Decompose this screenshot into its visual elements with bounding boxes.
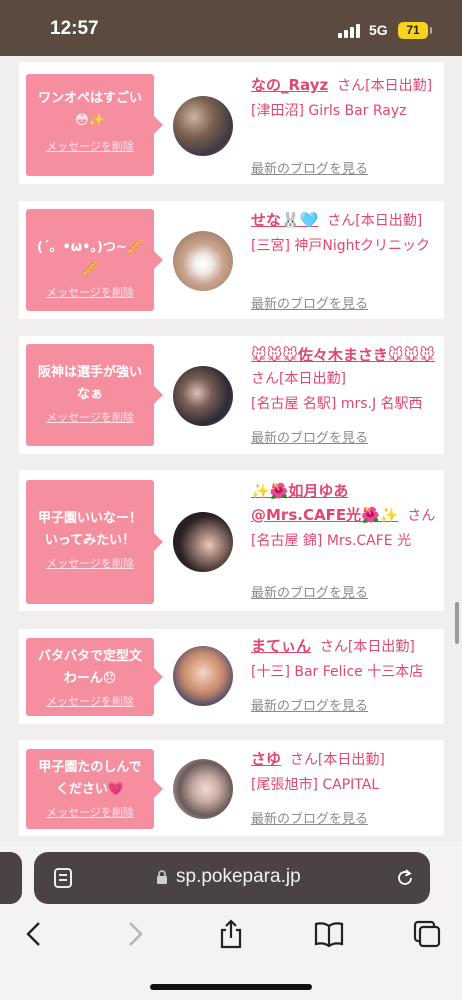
- blog-link[interactable]: 最新のブログを見る: [251, 427, 368, 446]
- shop-name: [名古屋 名駅] mrs.J 名駅西: [251, 396, 423, 412]
- message-text: (´。•ω•。)つ~🥖🥖: [37, 240, 143, 277]
- avatar[interactable]: [173, 96, 233, 156]
- list-item: 甲子園いいなー！いってみたい！ メッセージを削除 ✨🌺如月ゆあ@Mrs.CAFE…: [19, 470, 444, 611]
- avatar[interactable]: [173, 759, 233, 819]
- blog-link[interactable]: 最新のブログを見る: [251, 695, 368, 714]
- blog-link[interactable]: 最新のブログを見る: [251, 158, 368, 177]
- home-indicator: [150, 984, 312, 990]
- message-text: 甲子園いいなー！いってみたい！: [37, 511, 142, 548]
- cast-name-link[interactable]: 🐭🐭🐭佐々木まさき🐭🐭🐭: [251, 346, 435, 364]
- book-icon[interactable]: [313, 918, 345, 950]
- cast-status: さん: [407, 508, 436, 524]
- url-text[interactable]: sp.pokepara.jp: [176, 866, 301, 888]
- shop-name: [三宮] 神戸Nightクリニック: [251, 238, 430, 254]
- battery-icon: 71: [398, 22, 432, 39]
- network-type: 5G: [369, 22, 388, 38]
- list-item: 阪神は選手が強いなぁ メッセージを削除 🐭🐭🐭佐々木まさき🐭🐭🐭 さん[本日出勤…: [19, 336, 444, 454]
- scroll-indicator[interactable]: [455, 602, 459, 644]
- message-text: ワンオペはすごい😳✨: [37, 91, 142, 128]
- status-bar: 12:57 5G 71: [0, 0, 462, 56]
- delete-message-link[interactable]: メッセージを削除: [46, 804, 134, 820]
- delete-message-link[interactable]: メッセージを削除: [46, 138, 134, 154]
- shop-name: [尾張旭市] CAPITAL: [251, 777, 380, 793]
- message-bubble: 甲子園いいなー！いってみたい！ メッセージを削除: [26, 480, 163, 604]
- cast-name-link[interactable]: なの_Rayz: [251, 76, 328, 94]
- cast-info: 🐭🐭🐭佐々木まさき🐭🐭🐭 さん[本日出勤] [名古屋 名駅] mrs.J 名駅西: [251, 344, 443, 416]
- message-text: バタバタで定型文わーん😞: [37, 649, 142, 686]
- delete-message-link[interactable]: メッセージを削除: [46, 693, 134, 709]
- cast-status: さん[本日出勤]: [251, 371, 346, 387]
- message-text: 阪神は選手が強いなぁ: [37, 365, 142, 402]
- message-list: ワンオペはすごい😳✨ メッセージを削除 なの_Rayz さん[本日出勤] [津田…: [0, 56, 462, 842]
- cast-info: ✨🌺如月ゆあ@Mrs.CAFE光🌺✨ さん [名古屋 錦] Mrs.CAFE 光: [251, 480, 443, 553]
- delete-message-link[interactable]: メッセージを削除: [46, 284, 134, 300]
- avatar[interactable]: [173, 366, 233, 426]
- message-bubble: 阪神は選手が強いなぁ メッセージを削除: [26, 344, 163, 446]
- tab-overview-icon[interactable]: [54, 868, 72, 888]
- lock-icon: [157, 870, 167, 884]
- message-bubble: バタバタで定型文わーん😞 メッセージを削除: [26, 638, 163, 716]
- tabs-icon[interactable]: [411, 918, 443, 950]
- list-item: ワンオペはすごい😳✨ メッセージを削除 なの_Rayz さん[本日出勤] [津田…: [19, 62, 444, 184]
- avatar[interactable]: [173, 512, 233, 572]
- message-text: 甲子園たのしんでください💗: [38, 760, 142, 797]
- cast-status: さん[本日出勤]: [327, 213, 423, 229]
- delete-message-link[interactable]: メッセージを削除: [46, 409, 134, 425]
- chevron-left-icon[interactable]: [19, 918, 51, 950]
- cast-info: せな🐰🩵 さん[本日出勤] [三宮] 神戸Nightクリニック: [251, 209, 443, 258]
- cast-info: さゆ さん[本日出勤] [尾張旭市] CAPITAL: [251, 748, 443, 797]
- chevron-right-icon[interactable]: [118, 918, 150, 950]
- cast-info: なの_Rayz さん[本日出勤] [津田沼] Girls Bar Rayz: [251, 74, 443, 123]
- blog-link[interactable]: 最新のブログを見る: [251, 808, 368, 827]
- avatar[interactable]: [173, 231, 233, 291]
- message-bubble: ワンオペはすごい😳✨ メッセージを削除: [26, 74, 163, 176]
- signal-icon: [338, 24, 362, 38]
- address-bar[interactable]: sp.pokepara.jp: [34, 852, 430, 904]
- shop-name: [十三] Bar Felice 十三本店: [251, 664, 424, 680]
- message-bubble: (´。•ω•。)つ~🥖🥖 メッセージを削除: [26, 209, 163, 311]
- cast-info: まてぃん さん[本日出勤] [十三] Bar Felice 十三本店: [251, 635, 443, 684]
- clock: 12:57: [50, 18, 99, 39]
- shop-name: [名古屋 錦] Mrs.CAFE 光: [251, 533, 412, 549]
- blog-link[interactable]: 最新のブログを見る: [251, 293, 368, 312]
- shop-name: [津田沼] Girls Bar Rayz: [251, 103, 407, 119]
- cast-name-link[interactable]: せな🐰🩵: [251, 211, 318, 229]
- list-item: (´。•ω•。)つ~🥖🥖 メッセージを削除 せな🐰🩵 さん[本日出勤] [三宮]…: [19, 201, 444, 319]
- cast-name-link[interactable]: ✨🌺如月ゆあ@Mrs.CAFE光🌺✨: [251, 482, 398, 524]
- avatar[interactable]: [173, 646, 233, 706]
- blog-link[interactable]: 最新のブログを見る: [251, 582, 368, 601]
- cast-status: さん[本日出勤]: [337, 78, 433, 94]
- cast-name-link[interactable]: まてぃん: [251, 637, 311, 655]
- cast-name-link[interactable]: さゆ: [251, 750, 281, 768]
- list-item: 甲子園たのしんでください💗 メッセージを削除 さゆ さん[本日出勤] [尾張旭市…: [19, 740, 444, 836]
- message-bubble: 甲子園たのしんでください💗 メッセージを削除: [26, 749, 163, 829]
- reload-icon[interactable]: [394, 867, 416, 889]
- cast-status: さん[本日出勤]: [289, 752, 385, 768]
- list-item: バタバタで定型文わーん😞 メッセージを削除 まてぃん さん[本日出勤] [十三]…: [19, 629, 444, 724]
- cast-status: さん[本日出勤]: [319, 639, 415, 655]
- delete-message-link[interactable]: メッセージを削除: [46, 555, 134, 571]
- browser-toolbar: sp.pokepara.jp: [0, 842, 462, 1000]
- share-icon[interactable]: [215, 918, 247, 950]
- previous-tab-preview[interactable]: [0, 852, 22, 904]
